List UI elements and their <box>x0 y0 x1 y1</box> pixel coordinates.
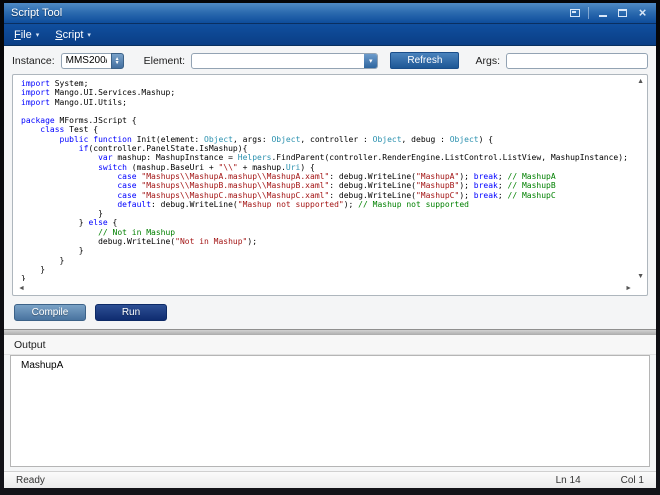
chevron-down-icon: ▾ <box>36 30 40 39</box>
action-buttons: Compile Run <box>4 296 656 321</box>
title-bar[interactable]: Script Tool × <box>4 3 656 24</box>
run-button[interactable]: Run <box>95 304 167 321</box>
scroll-left-icon[interactable]: ◄ <box>18 285 25 292</box>
window-title: Script Tool <box>11 7 62 19</box>
instance-spinner[interactable]: ▲ ▼ <box>111 53 124 69</box>
minimize-icon <box>599 15 607 17</box>
refresh-button[interactable]: Refresh <box>390 52 459 69</box>
toolbar: Instance: ▲ ▼ Element: ▾ Refresh Args: <box>4 46 656 72</box>
code-line: import Mango.UI.Services.Mashup; <box>21 88 633 97</box>
code-line: } else { <box>21 218 633 227</box>
scroll-up-icon[interactable]: ▲ <box>637 78 644 85</box>
popout-window-button[interactable] <box>568 7 581 20</box>
scroll-down-icon[interactable]: ▼ <box>637 273 644 280</box>
element-combobox: ▾ <box>191 53 378 69</box>
chevron-down-icon: ▾ <box>87 30 91 39</box>
instance-label: Instance: <box>12 55 55 67</box>
code-line: } <box>21 265 633 274</box>
chevron-down-icon: ▾ <box>369 57 373 65</box>
minimize-button[interactable] <box>596 7 609 20</box>
menu-bar: File ▾ Script ▾ <box>4 24 656 46</box>
maximize-icon <box>618 9 627 17</box>
code-line: package MForms.JScript { <box>21 116 633 125</box>
code-line: import Mango.UI.Utils; <box>21 98 633 107</box>
close-icon: × <box>639 7 647 19</box>
menu-script[interactable]: Script ▾ <box>55 29 91 41</box>
code-line: var mashup: MashupInstance = Helpers.Fin… <box>21 153 633 162</box>
popout-window-icon <box>570 9 580 17</box>
spinner-down-icon: ▼ <box>115 61 120 65</box>
args-label: Args: <box>475 55 500 67</box>
code-line: // Not in Mashup <box>21 228 633 237</box>
status-column-number: Col 1 <box>621 475 644 486</box>
code-line: switch (mashup.BaseUri + "\\" + mashup.U… <box>21 163 633 172</box>
code-line: } <box>21 209 633 218</box>
status-position: Ln 14 Col 1 <box>556 475 644 486</box>
menu-script-label: Script <box>55 29 83 41</box>
code-editor[interactable]: import System;import Mango.UI.Services.M… <box>12 74 648 296</box>
code-line: case "Mashups\\MashupA.mashup\\MashupA.x… <box>21 172 633 181</box>
code-line: if(controller.PanelState.IsMashup){ <box>21 144 633 153</box>
code-line: debug.WriteLine("Not in Mashup"); <box>21 237 633 246</box>
code-line: } <box>21 256 633 265</box>
code-line: } <box>21 274 633 281</box>
output-line: MashupA <box>21 359 639 372</box>
script-tool-window: Script Tool × File ▾ Script ▾ <box>0 0 660 495</box>
output-header: Output <box>4 335 656 355</box>
status-ready: Ready <box>16 475 45 486</box>
instance-input[interactable] <box>61 53 111 69</box>
window-controls-separator <box>588 7 589 19</box>
element-input[interactable] <box>191 53 378 69</box>
compile-button[interactable]: Compile <box>14 304 86 321</box>
code-line: } <box>21 246 633 255</box>
status-bar: Ready Ln 14 Col 1 <box>4 471 656 488</box>
close-button[interactable]: × <box>636 7 649 20</box>
code-line: import System; <box>21 79 633 88</box>
element-label: Element: <box>144 55 185 67</box>
code-line: default: debug.WriteLine("Mashup not sup… <box>21 200 633 209</box>
code-line <box>21 107 633 116</box>
output-text[interactable]: MashupA <box>10 355 650 467</box>
code-line: case "Mashups\\MashupC.mashup\\MashupC.x… <box>21 191 633 200</box>
code-line: public function Init(element: Object, ar… <box>21 135 633 144</box>
code-content: import System;import Mango.UI.Services.M… <box>21 79 633 281</box>
main-content: Instance: ▲ ▼ Element: ▾ Refresh Args: i… <box>4 46 656 471</box>
instance-field: ▲ ▼ <box>61 53 124 69</box>
scroll-right-icon[interactable]: ► <box>625 285 632 292</box>
args-input[interactable] <box>506 53 648 69</box>
window-controls: × <box>568 7 649 20</box>
code-line: case "Mashups\\MashupB.mashup\\MashupB.x… <box>21 181 633 190</box>
menu-file-label: File <box>14 29 32 41</box>
element-dropdown-button[interactable]: ▾ <box>364 54 377 68</box>
status-line-number: Ln 14 <box>556 475 581 486</box>
menu-file[interactable]: File ▾ <box>14 29 39 41</box>
maximize-button[interactable] <box>616 7 629 20</box>
code-line: class Test { <box>21 125 633 134</box>
